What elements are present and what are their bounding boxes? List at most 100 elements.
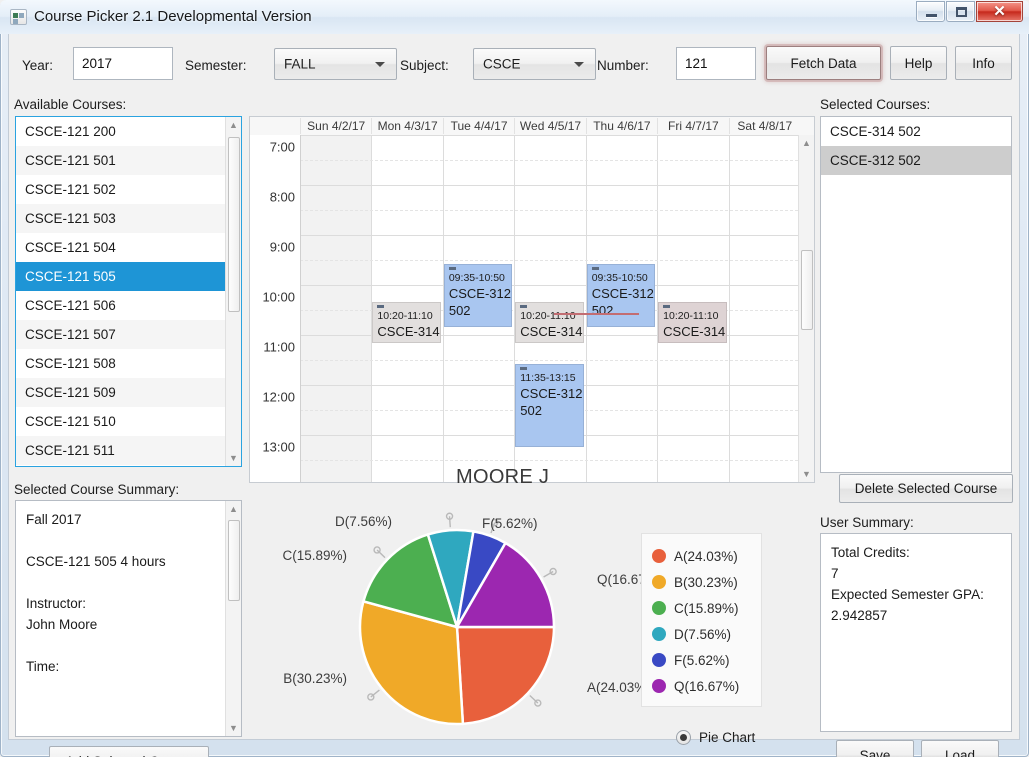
event-handle-icon (520, 304, 528, 308)
summary-text: Fall 2017 CSCE-121 505 4 hours Instructor:… (26, 509, 221, 677)
list-item[interactable]: CSCE-121 503 (16, 204, 225, 233)
available-courses-scrollbar[interactable]: ▲ ▼ (225, 117, 241, 466)
help-button[interactable]: Help (890, 46, 947, 80)
available-courses-label: Available Courses: (14, 97, 127, 112)
legend-label: D(7.56%) (674, 626, 732, 642)
pie-slice-label: D(7.56%) (334, 514, 392, 529)
legend-color-swatch (652, 601, 666, 615)
calendar-day-header: Mon 4/3/17 (371, 118, 442, 134)
text-line: CSCE-121 505 4 hours (26, 554, 166, 569)
calendar-event[interactable]: 10:20-11:10 CSCE-314 (372, 301, 441, 344)
text-line: 2.942857 (831, 608, 888, 623)
text-line (26, 572, 221, 593)
calendar-day-column[interactable] (728, 135, 798, 482)
event-time: 11:35-13:15 (520, 372, 576, 385)
subject-select[interactable]: CSCE (473, 48, 596, 80)
scroll-down-icon[interactable]: ▼ (226, 450, 241, 466)
scrollbar-thumb[interactable] (228, 520, 240, 601)
calendar-day-header: Sun 4/2/17 (300, 118, 371, 134)
selected-course-summary-panel[interactable]: Fall 2017 CSCE-121 505 4 hours Instructor:… (15, 500, 242, 737)
add-selected-course-button[interactable]: Add Selected Course (49, 746, 209, 757)
scroll-up-icon[interactable]: ▲ (226, 501, 241, 517)
calendar-event[interactable]: 09:35-10:50 CSCE-312 502 (443, 264, 513, 327)
list-item[interactable]: CSCE-121 504 (16, 233, 225, 262)
event-course-name: CSCE-312 (520, 386, 583, 402)
number-label: Number: (597, 58, 649, 73)
maximize-button[interactable] (946, 1, 975, 22)
legend-color-swatch (652, 549, 666, 563)
title-bar[interactable]: Course Picker 2.1 Developmental Version … (0, 0, 1029, 34)
list-item[interactable]: CSCE-121 507 (16, 320, 225, 349)
list-item[interactable]: CSCE-121 511 (16, 436, 225, 465)
list-item[interactable]: CSCE-121 510 (16, 407, 225, 436)
calendar-halfhour-line (300, 260, 798, 261)
legend-label: Q(16.67%) (674, 678, 740, 694)
year-input[interactable] (73, 47, 173, 80)
user-summary-panel[interactable]: Total Credits: 7 Expected Semester GPA: 2.9… (820, 533, 1012, 732)
list-item[interactable]: CSCE-121 506 (16, 291, 225, 320)
semester-select[interactable]: FALL (274, 48, 397, 80)
calendar-event[interactable]: 09:35-10:50 CSCE-312 502 (586, 264, 656, 327)
event-handle-icon (591, 267, 599, 271)
load-button[interactable]: Load (921, 740, 999, 757)
scroll-up-icon[interactable]: ▲ (799, 135, 814, 151)
calendar-day-column[interactable] (300, 135, 372, 482)
list-item[interactable]: CSCE-121 502 (16, 175, 225, 204)
calendar-event[interactable]: 11:35-13:15 CSCE-312 502 (515, 364, 584, 448)
calendar-day-header: Sat 4/8/17 (728, 118, 800, 134)
summary-scrollbar[interactable]: ▲ ▼ (225, 501, 241, 736)
close-icon: ✕ (993, 3, 1006, 20)
calendar-halfhour-line (300, 460, 798, 461)
calendar-view[interactable]: Sun 4/2/17 Mon 4/3/17 Tue 4/4/17 Wed 4/5/17… (249, 116, 815, 483)
event-handle-icon (663, 304, 671, 308)
list-item[interactable]: CSCE-121 501 (16, 146, 225, 175)
pie-slice-label: B(30.23%) (283, 671, 347, 686)
chevron-down-icon (574, 62, 584, 67)
scroll-down-icon[interactable]: ▼ (799, 466, 814, 482)
number-input[interactable] (676, 47, 756, 80)
scroll-up-icon[interactable]: ▲ (226, 117, 241, 133)
calendar-hour-line (300, 235, 798, 236)
year-label: Year: (22, 58, 54, 73)
calendar-day-header: Fri 4/7/17 (657, 118, 728, 134)
list-item[interactable]: CSCE-312 502 (821, 146, 1011, 175)
scroll-down-icon[interactable]: ▼ (226, 720, 241, 736)
legend-item: C(15.89%) (652, 595, 749, 621)
calendar-halfhour-line (300, 210, 798, 211)
pie-chart-svg (358, 512, 557, 726)
calendar-scrollbar[interactable]: ▲ ▼ (798, 135, 814, 482)
calendar-event[interactable]: 10:20-11:10 CSCE-314 (658, 301, 727, 344)
pie-chart-radio[interactable]: Pie Chart (676, 730, 755, 745)
calendar-hour-line (300, 285, 798, 286)
list-item[interactable]: CSCE-314 502 (821, 117, 1011, 146)
delete-selected-course-button[interactable]: Delete Selected Course (839, 474, 1013, 503)
pie-chart: A(24.03%) B(30.23%) C(15.89%) D(7.56%) F(5.6… (257, 504, 662, 729)
list-item[interactable]: CSCE-121 505 (16, 262, 225, 291)
scrollbar-thumb[interactable] (228, 137, 240, 312)
legend-label: F(5.62%) (674, 652, 730, 668)
calendar-hour-label: 7:00 (269, 139, 295, 155)
semester-value: FALL (284, 56, 316, 72)
legend-item: A(24.03%) (652, 543, 749, 569)
available-courses-list[interactable]: CSCE-121 200 CSCE-121 501 CSCE-121 502 CSCE… (15, 116, 242, 467)
pie-label-pin (543, 567, 557, 578)
scrollbar-thumb[interactable] (801, 250, 813, 330)
calendar-event[interactable]: 10:20-11:10 CSCE-314 (515, 301, 584, 344)
selected-courses-list[interactable]: CSCE-314 502 CSCE-312 502 (820, 116, 1012, 473)
calendar-grid[interactable]: 7:00 8:00 9:00 10:00 11:00 12:00 13:00 10:20-11… (250, 135, 798, 482)
event-time: 09:35-10:50 (591, 272, 648, 285)
event-handle-icon (448, 267, 456, 271)
list-item[interactable]: CSCE-121 509 (16, 378, 225, 407)
close-button[interactable]: ✕ (976, 1, 1023, 22)
pie-label-pin (445, 512, 454, 528)
fetch-data-button[interactable]: Fetch Data (766, 46, 881, 80)
selected-courses-label: Selected Courses: (820, 97, 931, 112)
list-item[interactable]: CSCE-121 200 (16, 117, 225, 146)
minimize-button[interactable] (916, 1, 945, 22)
legend-items: A(24.03%) B(30.23%) C(15.89%) D(7.56%) F(5.6… (652, 543, 749, 699)
list-item[interactable]: CSCE-121 508 (16, 349, 225, 378)
window-title: Course Picker 2.1 Developmental Version (34, 8, 312, 25)
info-button[interactable]: Info (955, 46, 1012, 80)
save-button[interactable]: Save (836, 740, 914, 757)
radio-icon-selected[interactable] (676, 730, 691, 745)
